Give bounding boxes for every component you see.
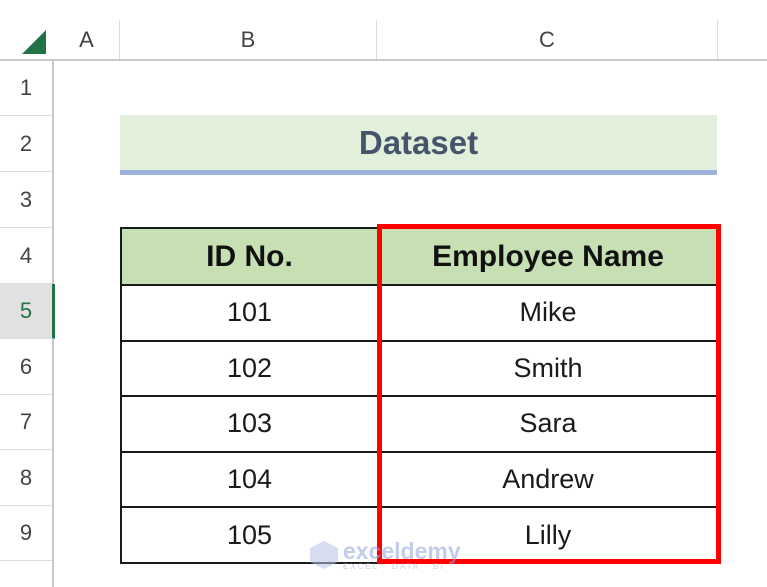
column-header-c[interactable]: C (377, 20, 718, 59)
cell-id[interactable]: 102 (120, 339, 379, 398)
row-header-6[interactable]: 6 (0, 339, 52, 395)
row-header-8[interactable]: 8 (0, 450, 52, 506)
row-header-3[interactable]: 3 (0, 172, 52, 228)
row-header-9[interactable]: 9 (0, 506, 52, 561)
cell-id[interactable]: 105 (120, 506, 379, 564)
table-row: 101 Mike (120, 284, 719, 342)
table-header-row: ID No. Employee Name (120, 227, 719, 286)
table-row: 102 Smith (120, 339, 719, 398)
dataset-title[interactable]: Dataset (120, 115, 717, 175)
header-employee-name[interactable]: Employee Name (377, 227, 719, 286)
column-header-b[interactable]: B (120, 20, 377, 59)
cell-name[interactable]: Mike (377, 284, 719, 342)
row-header-1[interactable]: 1 (0, 61, 52, 116)
header-id-no[interactable]: ID No. (120, 227, 379, 286)
select-all-triangle-icon (22, 30, 46, 54)
table-row: 105 Lilly (120, 506, 719, 564)
select-all-button[interactable] (0, 20, 54, 61)
row-header-2[interactable]: 2 (0, 116, 52, 172)
employee-table: ID No. Employee Name 101 Mike 102 Smith … (120, 227, 719, 564)
table-row: 104 Andrew (120, 450, 719, 509)
cell-id[interactable]: 101 (120, 284, 379, 342)
cell-name[interactable]: Andrew (377, 450, 719, 509)
row-header-5[interactable]: 5 (0, 284, 55, 339)
row-header-7[interactable]: 7 (0, 395, 52, 450)
table-row: 103 Sara (120, 395, 719, 453)
cell-id[interactable]: 103 (120, 395, 379, 453)
cell-id[interactable]: 104 (120, 450, 379, 509)
column-header-a[interactable]: A (54, 20, 120, 59)
cell-name[interactable]: Sara (377, 395, 719, 453)
row-header-4[interactable]: 4 (0, 228, 52, 284)
cell-name[interactable]: Smith (377, 339, 719, 398)
cell-name[interactable]: Lilly (377, 506, 719, 564)
